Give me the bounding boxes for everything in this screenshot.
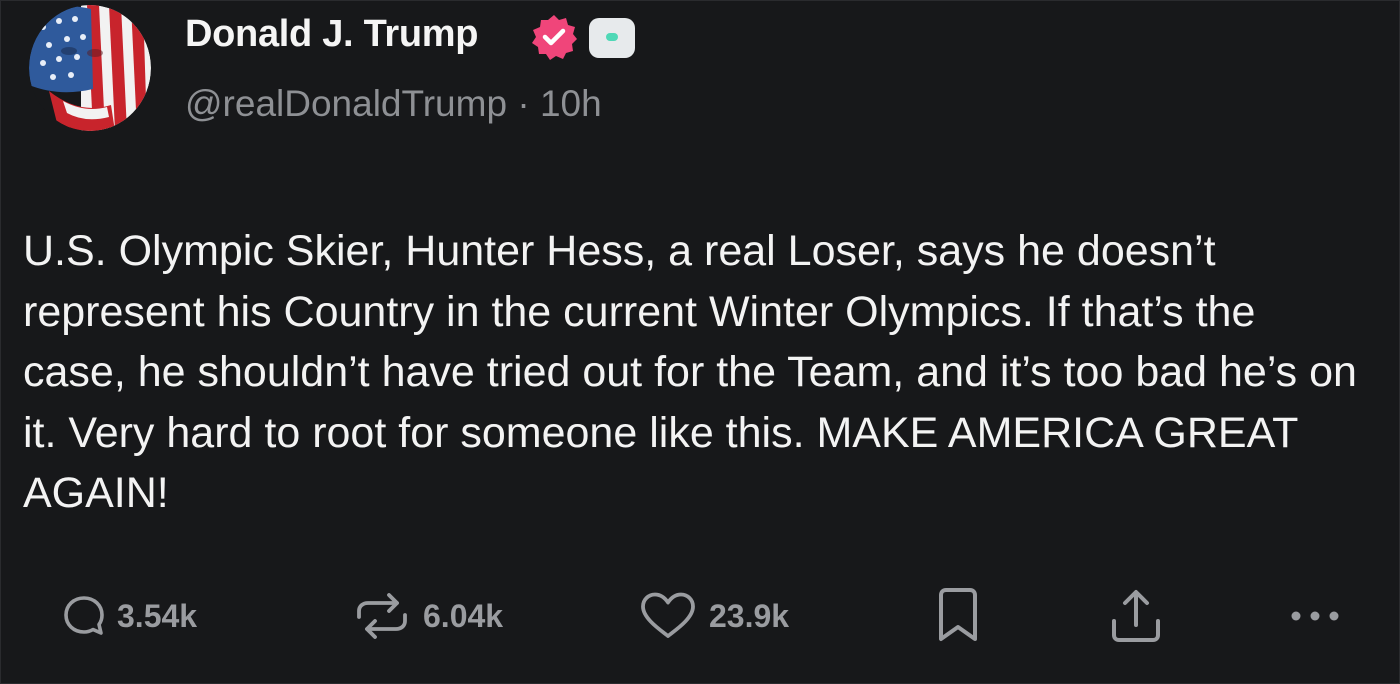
affiliate-badge-dot — [606, 33, 618, 41]
more-options-button[interactable] — [1285, 586, 1351, 646]
reply-count: 3.54k — [117, 597, 198, 634]
like-count: 23.9k — [709, 597, 790, 634]
avatar[interactable] — [29, 5, 151, 131]
reply-button[interactable]: 3.54k — [61, 586, 197, 646]
author-handle[interactable]: @realDonaldTrump — [185, 83, 507, 124]
author-display-name[interactable]: Donald J. Trump — [185, 13, 479, 56]
more-icon — [1291, 611, 1339, 621]
like-button[interactable]: 23.9k — [637, 586, 789, 646]
verified-badge-icon — [530, 13, 578, 61]
post-text: U.S. Olympic Skier, Hunter Hess, a real … — [23, 227, 1357, 517]
repost-count: 6.04k — [423, 597, 504, 634]
post-card: Donald J. Trump @realDonaldTrump · 10h U… — [0, 0, 1400, 684]
repost-icon — [357, 593, 407, 639]
post-meta: @realDonaldTrump · 10h — [185, 83, 602, 125]
bookmark-button[interactable] — [931, 586, 985, 646]
heart-icon — [641, 592, 695, 638]
bookmark-icon — [939, 588, 977, 641]
action-bar: 3.54k 6.04k 23.9k — [1, 586, 1400, 646]
share-icon — [1112, 590, 1160, 642]
affiliate-badge-icon — [589, 18, 635, 58]
share-button[interactable] — [1105, 586, 1167, 646]
post-timestamp[interactable]: 10h — [540, 83, 602, 124]
avatar-image — [29, 5, 151, 131]
meta-separator: · — [517, 83, 530, 124]
reply-icon — [64, 596, 104, 635]
repost-button[interactable]: 6.04k — [351, 586, 503, 646]
